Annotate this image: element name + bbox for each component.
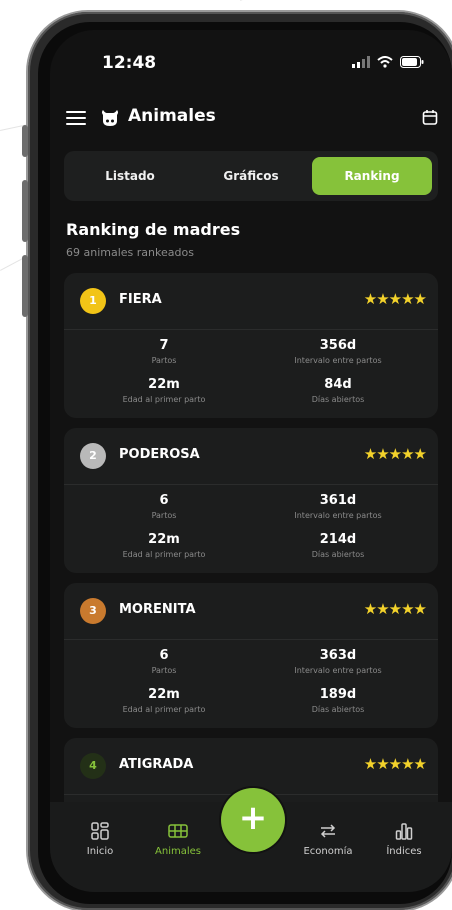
stat-label: Partos [151, 356, 177, 365]
tab-ranking[interactable]: Ranking [312, 157, 432, 195]
animal-name: FIERA [119, 292, 162, 307]
stat-label: Edad al primer parto [122, 550, 206, 559]
card-header: 4 ATIGRADA ★★★★★ [64, 738, 438, 795]
stat-value: 22m [148, 377, 180, 392]
app-screen: 12:48 Animales Listado Gráficos Ranking … [50, 30, 452, 892]
rating-stars: ★★★★★ [363, 755, 427, 773]
stat-value: 22m [148, 532, 180, 547]
stat-label: Edad al primer parto [122, 395, 206, 404]
animal-name: PODEROSA [119, 447, 200, 462]
ranking-card[interactable]: 2 PODEROSA ★★★★★ 6 Partos 361d Intervalo… [64, 428, 438, 573]
stat-label: Partos [151, 511, 177, 520]
animal-name: MORENITA [119, 602, 196, 617]
nav-label: Inicio [86, 846, 114, 857]
rank-badge: 4 [80, 753, 106, 779]
tab-graficos[interactable]: Gráficos [191, 157, 311, 195]
background-line [240, 0, 436, 1]
stat-value: 214d [319, 532, 357, 547]
page-title: Animales [128, 106, 216, 126]
animal-name: ATIGRADA [119, 757, 194, 772]
stat-partos: 6 Partos [79, 493, 249, 520]
stat-value: 6 [159, 493, 169, 508]
phone-side-button [22, 180, 28, 242]
stat-label: Días abiertos [311, 705, 365, 714]
phone-side-button [22, 255, 28, 317]
status-bar: 12:48 [50, 30, 452, 100]
stat-label: Días abiertos [311, 550, 365, 559]
stat-partos: 7 Partos [79, 338, 249, 365]
stat-intervalo: 361d Intervalo entre partos [253, 493, 423, 520]
nav-label: Economía [303, 846, 353, 857]
signal-icon [352, 56, 370, 68]
rating-stars: ★★★★★ [363, 600, 427, 618]
stat-value: 189d [319, 687, 357, 702]
rank-badge: 1 [80, 288, 106, 314]
stat-edad: 22m Edad al primer parto [79, 687, 249, 714]
add-button[interactable]: + [221, 788, 285, 852]
section-subtitle: 69 animales rankeados [66, 246, 194, 259]
rating-stars: ★★★★★ [363, 290, 427, 308]
exchange-icon [320, 824, 336, 838]
stat-value: 361d [319, 493, 357, 508]
stat-label: Edad al primer parto [122, 705, 206, 714]
stat-label: Intervalo entre partos [294, 356, 382, 365]
stat-label: Partos [151, 666, 177, 675]
stat-partos: 6 Partos [79, 648, 249, 675]
stat-intervalo: 356d Intervalo entre partos [253, 338, 423, 365]
nav-economia[interactable]: Economía [288, 822, 368, 857]
rank-badge: 2 [80, 443, 106, 469]
nav-inicio[interactable]: Inicio [60, 822, 140, 857]
battery-icon [400, 56, 424, 68]
nav-animales[interactable]: Animales [138, 822, 218, 857]
view-segmented-control: Listado Gráficos Ranking [64, 151, 438, 201]
cattle-icon [168, 824, 188, 838]
nav-label: Índices [386, 846, 422, 857]
card-header: 1 FIERA ★★★★★ [64, 273, 438, 330]
grid-icon [91, 822, 109, 840]
stat-edad: 22m Edad al primer parto [79, 532, 249, 559]
stat-value: 7 [159, 338, 169, 353]
rank-badge: 3 [80, 598, 106, 624]
stat-dias: 84d Días abiertos [253, 377, 423, 404]
nav-label: Animales [155, 846, 201, 857]
card-header: 3 MORENITA ★★★★★ [64, 583, 438, 640]
menu-icon[interactable] [66, 111, 88, 127]
stat-value: 363d [319, 648, 357, 663]
stat-edad: 22m Edad al primer parto [79, 377, 249, 404]
stat-label: Intervalo entre partos [294, 511, 382, 520]
stat-dias: 214d Días abiertos [253, 532, 423, 559]
status-time: 12:48 [102, 53, 157, 73]
section-title: Ranking de madres [66, 220, 241, 239]
ranking-card[interactable]: 1 FIERA ★★★★★ 7 Partos 356d Intervalo en… [64, 273, 438, 418]
phone-side-button [22, 125, 28, 157]
stat-intervalo: 363d Intervalo entre partos [253, 648, 423, 675]
wifi-icon [377, 56, 393, 68]
stat-value: 22m [148, 687, 180, 702]
tab-listado[interactable]: Listado [70, 157, 190, 195]
nav-indices[interactable]: Índices [364, 822, 444, 857]
status-icons [352, 56, 424, 68]
stat-value: 6 [159, 648, 169, 663]
rating-stars: ★★★★★ [363, 445, 427, 463]
app-bar: Animales [50, 102, 452, 138]
cow-logo-icon [102, 110, 118, 126]
stat-label: Días abiertos [311, 395, 365, 404]
stat-value: 84d [324, 377, 352, 392]
card-header: 2 PODEROSA ★★★★★ [64, 428, 438, 485]
stat-value: 356d [319, 338, 357, 353]
stat-label: Intervalo entre partos [294, 666, 382, 675]
calendar-icon[interactable] [422, 109, 438, 125]
stat-dias: 189d Días abiertos [253, 687, 423, 714]
ranking-card[interactable]: 3 MORENITA ★★★★★ 6 Partos 363d Intervalo… [64, 583, 438, 728]
bar-chart-icon [395, 823, 413, 840]
